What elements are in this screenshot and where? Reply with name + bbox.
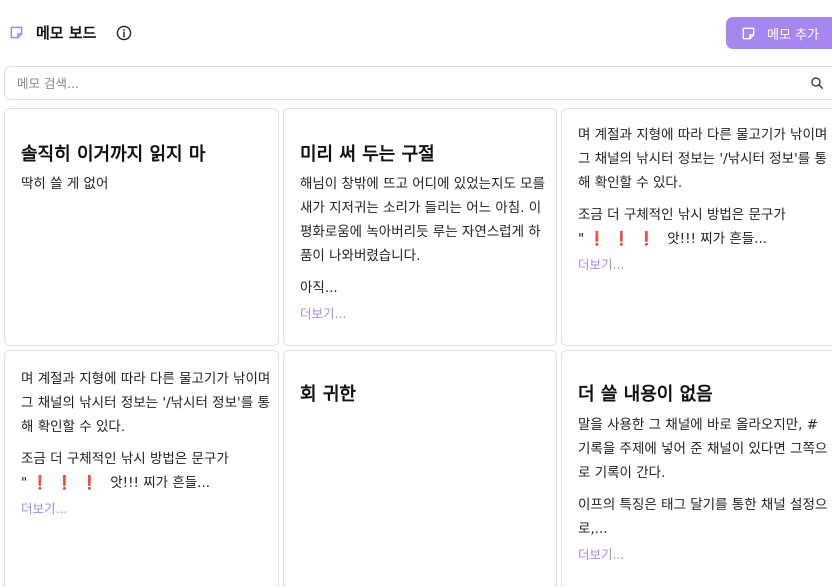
memo-card[interactable]: 며 계절과 지형에 따라 다른 물고기가 낚이며 그 채널의 낚시터 정보는 '… [561,108,832,346]
add-memo-button[interactable]: 메모 추가 [726,17,832,49]
quote-mark: " [578,231,585,247]
memo-card[interactable]: 며 계절과 지형에 따라 다른 물고기가 낚이며 그 채널의 낚시터 정보는 '… [4,350,279,587]
sticky-note-plus-icon [742,27,755,39]
memo-text: 앗!!! 찌가 흔들... [110,475,211,491]
memo-card[interactable]: 더 쓸 내용이 없음 말을 사용한 그 채널에 바로 올라오지만, #기록을 주… [561,350,832,587]
memo-text-line: " ❗❗❗ 앗!!! 찌가 흔들... [578,227,828,251]
memo-text: 앗!!! 찌가 흔들... [667,231,768,247]
read-more-link[interactable]: 더보기... [300,303,346,322]
memo-title: 회 귀한 [300,384,356,405]
memo-title: 미리 써 두는 구절 [300,144,435,165]
search-icon[interactable] [810,76,824,90]
memo-text: 해님이 창밖에 뜨고 어디에 있었는지도 모를 새가 지저귀는 소리가 들리는 … [300,176,546,264]
header-left: 메모 보드 [9,22,132,43]
memo-title: 솔직히 이거까지 읽지 마 [21,144,206,165]
page-title: 메모 보드 [36,24,97,42]
memo-card[interactable]: 솔직히 이거까지 읽지 마 딱히 쓸 게 없어 [4,108,279,346]
add-memo-button-label: 메모 추가 [767,27,819,43]
memo-title: 더 쓸 내용이 없음 [578,384,713,405]
exclamation-icon: ❗❗❗ [588,231,663,247]
read-more-link[interactable]: 더보기... [578,254,624,273]
header: 메모 보드 메모 추가 [0,0,832,66]
memo-text: 말을 사용한 그 채널에 바로 올라오지만, #기록을 주제에 넣어 준 채널이… [578,417,828,481]
search-box [4,66,832,100]
exclamation-icon: ❗❗❗ [31,475,106,491]
memo-board-app: 메모 보드 메모 추가 솔직히 이거까지 읽지 마 딱히 쓸 게 [0,0,832,587]
memo-text: 며 계절과 지형에 따라 다른 물고기가 낚이며 그 채널의 낚시터 정보는 '… [21,371,271,435]
memo-text: 며 계절과 지형에 따라 다른 물고기가 낚이며 그 채널의 낚시터 정보는 '… [578,127,828,191]
memo-text: 이프의 특징은 태그 달기를 통한 채널 설정으로,... [578,497,828,537]
memo-card[interactable]: 회 귀한 [283,350,557,587]
read-more-link[interactable]: 더보기... [21,498,67,517]
memo-text: 딱히 쓸 게 없어 [21,176,109,192]
memo-text: 조금 더 구체적인 낚시 방법은 문구가 [578,207,786,223]
quote-mark: " [21,475,28,491]
memo-text: 아직... [300,280,338,296]
read-more-link[interactable]: 더보기... [578,544,624,563]
search-input[interactable] [5,67,795,99]
memo-text: 조금 더 구체적인 낚시 방법은 문구가 [21,451,229,467]
info-icon[interactable] [116,25,132,41]
memo-card[interactable]: 미리 써 두는 구절 해님이 창밖에 뜨고 어디에 있었는지도 모를 새가 지저… [283,108,557,346]
memo-text-line: " ❗❗❗ 앗!!! 찌가 흔들... [21,471,271,495]
sticky-note-icon [10,26,23,39]
